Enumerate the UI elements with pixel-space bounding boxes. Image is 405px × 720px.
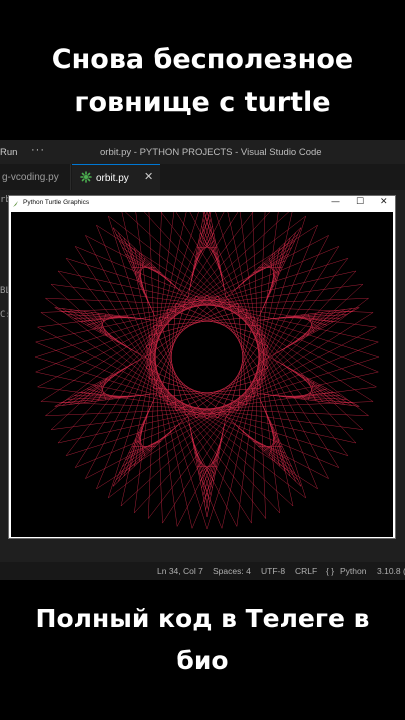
menu-run[interactable]: Run [0, 147, 17, 158]
python-file-icon [80, 171, 92, 183]
status-eol[interactable]: CRLF [295, 566, 317, 576]
window-title: orbit.py - PYTHON PROJECTS - Visual Stud… [100, 147, 322, 158]
editor-tabbar: g-vcoding.py orbit.py ✕ [0, 164, 405, 191]
status-python-version[interactable]: 3.10.8 ( [377, 566, 405, 576]
tab-label: g-vcoding.py [2, 172, 59, 183]
status-encoding[interactable]: UTF-8 [261, 566, 285, 576]
tab-vcoding[interactable]: g-vcoding.py [0, 164, 71, 190]
orbit-drawing [34, 212, 380, 530]
top-caption: Снова бесполезное говнище с turtle [0, 38, 405, 124]
status-language-icon[interactable]: { } [326, 566, 334, 576]
top-caption-line-1: Снова бесполезное [51, 44, 354, 75]
status-cursor-position[interactable]: Ln 34, Col 7 [157, 566, 203, 576]
maximize-button[interactable]: ☐ [356, 197, 364, 207]
status-indentation[interactable]: Spaces: 4 [213, 566, 251, 576]
vscode-titlebar: Run ··· orbit.py - PYTHON PROJECTS - Vis… [0, 140, 405, 164]
feather-icon [13, 201, 18, 207]
bottom-caption-line-2: био [176, 646, 229, 675]
turtle-window-title: Python Turtle Graphics [23, 199, 90, 206]
status-bar: Ln 34, Col 7 Spaces: 4 UTF-8 CRLF { } Py… [0, 562, 405, 580]
turtle-window: Python Turtle Graphics — ☐ ✕ [8, 195, 396, 539]
menu-more-button[interactable]: ··· [31, 144, 45, 156]
tab-close-icon[interactable]: ✕ [144, 170, 153, 183]
top-caption-line-2: говнище с turtle [74, 87, 331, 118]
bottom-caption-line-1: Полный код в Телеге в [35, 604, 370, 633]
turtle-canvas [11, 212, 393, 537]
status-language[interactable]: Python [340, 566, 366, 576]
tab-label: orbit.py [96, 173, 129, 184]
close-button[interactable]: ✕ [380, 197, 388, 207]
turtle-titlebar: Python Turtle Graphics — ☐ ✕ [9, 196, 395, 212]
bottom-caption: Полный код в Телеге в био [0, 598, 405, 682]
tab-orbit[interactable]: orbit.py ✕ [72, 164, 160, 191]
minimize-button[interactable]: — [331, 197, 340, 207]
